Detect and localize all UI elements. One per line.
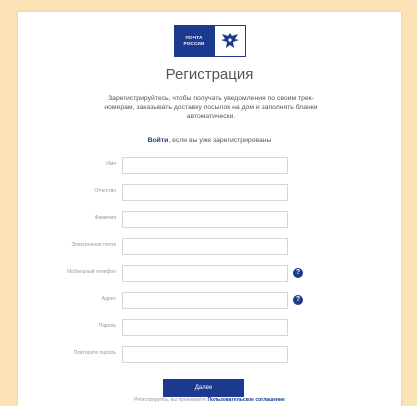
address-row: Адрес ? (18, 292, 401, 310)
password-repeat-row: Повторите пароль (18, 346, 401, 364)
eagle-icon (214, 25, 246, 57)
password-row: Пароль (18, 319, 401, 337)
password-input[interactable] (122, 319, 288, 336)
next-button[interactable]: Далее (163, 379, 244, 397)
login-link[interactable]: Войти (148, 137, 169, 144)
russian-post-logo: ПОЧТА РОССИИ (174, 25, 248, 57)
address-input[interactable] (122, 292, 288, 309)
intro-text: Зарегистрируйтесь, чтобы получать уведом… (104, 95, 318, 120)
terms-link[interactable]: Пользовательское соглашение (207, 397, 284, 403)
surname-row: Фамилия (18, 211, 401, 229)
login-prompt: Войти, если вы уже зарегистрированы (18, 137, 401, 144)
patronymic-label: Отчество (94, 188, 116, 194)
name-label: Имя (106, 161, 116, 167)
page-title: Регистрация (165, 66, 254, 83)
surname-label: Фамилия (94, 215, 116, 221)
phone-help-icon[interactable]: ? (293, 268, 303, 278)
patronymic-row: Отчество (18, 184, 401, 202)
address-label: Адрес (101, 296, 116, 302)
terms-notice: Регистрируясь, вы принимаете Пользовател… (18, 397, 401, 403)
email-row: Электронная почта (18, 238, 401, 256)
logo-line-2: РОССИИ (183, 41, 205, 46)
password-repeat-input[interactable] (122, 346, 288, 363)
login-prompt-rest: , если вы уже зарегистрированы (168, 137, 272, 144)
registration-card: ПОЧТА РОССИИ Регистрация Зарегистрируйте… (18, 12, 401, 406)
patronymic-input[interactable] (122, 184, 288, 201)
address-help-icon[interactable]: ? (293, 295, 303, 305)
phone-label: Мобильный телефон (67, 269, 116, 275)
email-label: Электронная почта (71, 242, 116, 248)
password-repeat-label: Повторите пароль (73, 350, 116, 356)
surname-input[interactable] (122, 211, 288, 228)
name-input[interactable] (122, 157, 288, 174)
phone-row: Мобильный телефон ? (18, 265, 401, 283)
password-label: Пароль (98, 323, 116, 329)
logo-text-block: ПОЧТА РОССИИ (174, 25, 214, 57)
terms-text: Регистрируясь, вы принимаете (134, 397, 208, 403)
email-input[interactable] (122, 238, 288, 255)
name-row: Имя (18, 157, 401, 175)
phone-input[interactable] (122, 265, 288, 282)
